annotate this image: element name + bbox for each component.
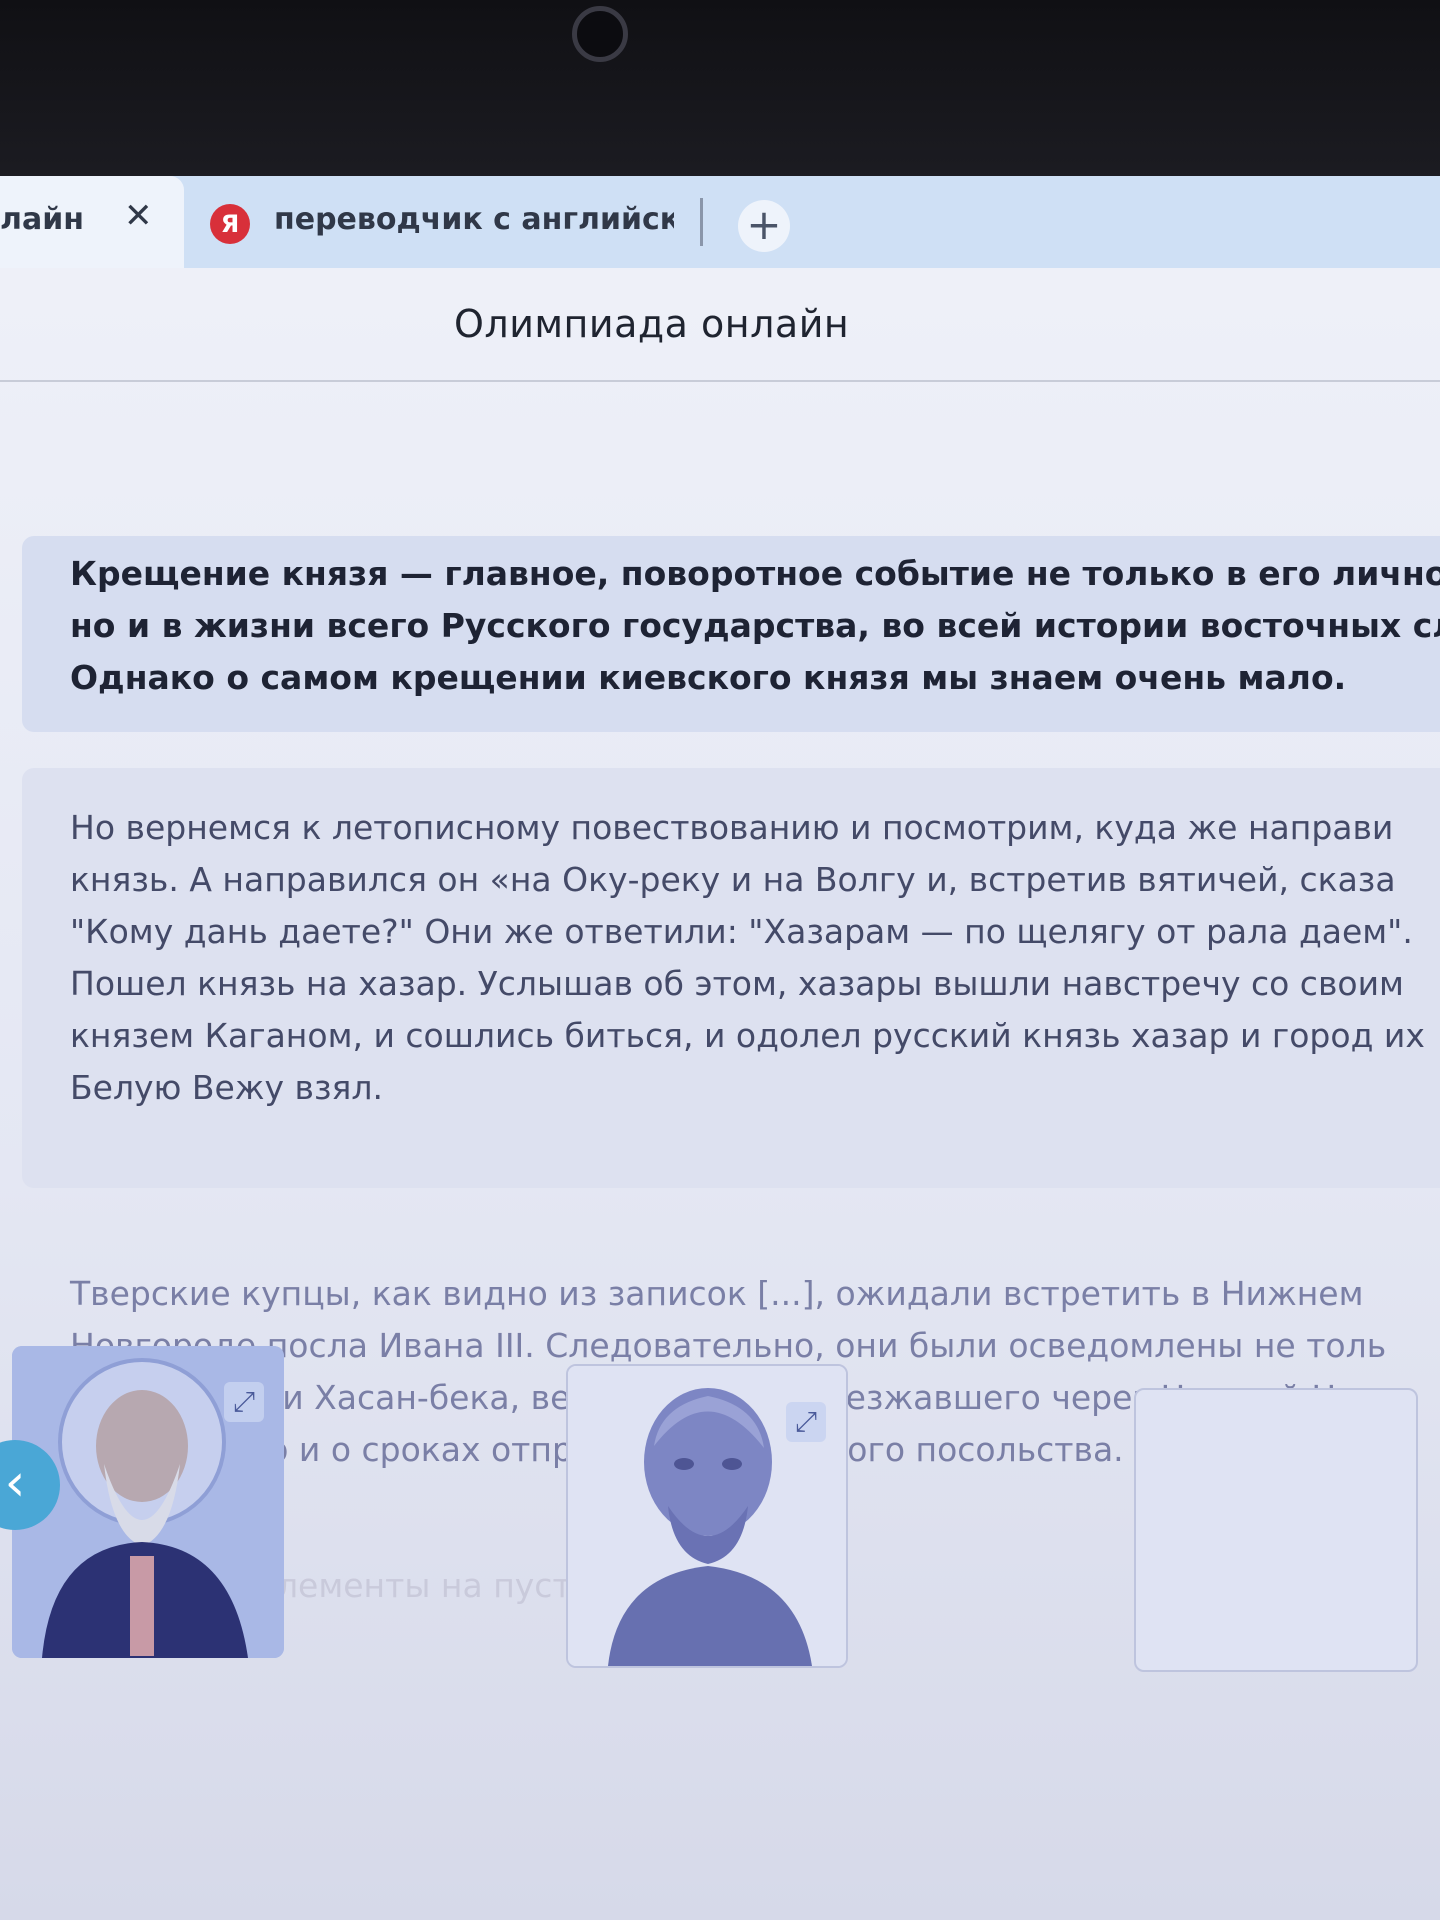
browser-tab-strip: лайн ✕ Я переводчик с английског +: [0, 176, 1440, 268]
card-text: Но вернемся к летописному повествованию …: [70, 808, 1425, 1107]
expand-icon[interactable]: ⤢: [224, 1382, 264, 1422]
webcam: [572, 6, 628, 62]
tab-translator-label: переводчик с английског: [274, 202, 674, 237]
page-header: Олимпиада онлайн: [0, 268, 1440, 382]
page-title: Олимпиада онлайн: [454, 302, 850, 346]
tab-divider: [700, 198, 703, 246]
screen-bezel: [0, 0, 1440, 182]
tab-olympiad-label: лайн: [0, 202, 84, 237]
drop-zone-empty[interactable]: [1134, 1388, 1418, 1672]
new-tab-plus-icon[interactable]: +: [738, 200, 790, 252]
tab-translator[interactable]: Я переводчик с английског: [186, 176, 706, 268]
tab-olympiad[interactable]: лайн ✕: [0, 176, 184, 268]
web-page: Олимпиада онлайн Крещение князя — главно…: [0, 268, 1440, 1920]
close-icon[interactable]: ✕: [124, 196, 153, 236]
yandex-icon: Я: [210, 204, 250, 244]
card-text: Крещение князя — главное, поворотное соб…: [70, 554, 1440, 697]
drag-item-bust[interactable]: ⤢: [566, 1364, 848, 1668]
expand-icon[interactable]: ⤢: [786, 1402, 826, 1442]
text-card-chronicle: Но вернемся к летописному повествованию …: [22, 768, 1440, 1188]
text-card-baptism: Крещение князя — главное, поворотное соб…: [22, 536, 1440, 732]
